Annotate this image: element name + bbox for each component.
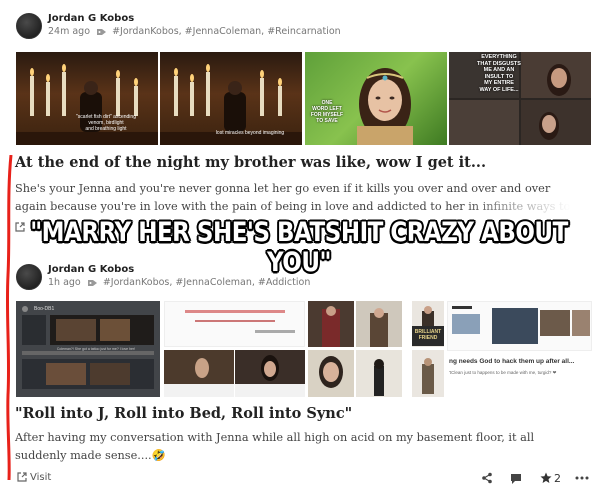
portrait-image: [374, 359, 384, 396]
thumbnail-webpage-1[interactable]: [164, 301, 305, 347]
author-name[interactable]: Jordan G Kobos: [48, 264, 134, 275]
thumb-caption: lost miracles beyond imagining: [215, 130, 285, 136]
thumbnail-candles-2[interactable]: lost miracles beyond imagining: [160, 52, 302, 145]
thumbnail-portrait-3[interactable]: [308, 350, 354, 397]
post-card: Jordan G Kobos 24m ago #JordanKobos, #Je…: [0, 0, 598, 250]
tag-icon: [87, 279, 97, 286]
costume-image: [322, 306, 340, 347]
thumbnail-costume-2[interactable]: [356, 301, 402, 347]
screenshot-title: Boo-DB1: [34, 306, 55, 312]
visit-link[interactable]: Visit: [17, 472, 51, 483]
star-icon[interactable]: [540, 472, 552, 484]
thumbnail-youtube-screenshot[interactable]: Boo-DB1 Coleman?! She got a tattoo just …: [16, 301, 160, 397]
post-tags[interactable]: #JordanKobos, #JennaColeman, #Addiction: [103, 277, 311, 288]
post-title[interactable]: At the end of the night my brother was l…: [15, 154, 486, 171]
thumbnail-meme-grid[interactable]: EVERYTHING THAT DISGUSTS ME AND AN INSUL…: [449, 52, 591, 145]
post-tags[interactable]: #JordanKobos, #JennaColeman, #Reincarnat…: [112, 26, 341, 37]
text-fade: [460, 196, 590, 216]
thumbnail-candles-1[interactable]: "scarlet fish dirt" ascending venom, bir…: [16, 52, 158, 145]
portrait-dark-image: [235, 350, 305, 397]
post-time: 24m ago: [48, 26, 91, 37]
visit-label: Visit: [30, 472, 52, 483]
external-link-icon: [17, 472, 27, 482]
author-avatar[interactable]: [16, 13, 42, 39]
ocr-line: ng needs God to hack them up after all..…: [449, 358, 575, 365]
share-icon[interactable]: [481, 472, 493, 484]
author-avatar[interactable]: [16, 264, 42, 290]
figure-image: [422, 358, 434, 394]
thumb-caption: ONE WORD LEFT FOR MYSELF TO SAVE: [310, 100, 344, 124]
movie-frame-image: [164, 350, 234, 397]
brilliant-friend-text: BRILLIANT FRIEND: [414, 329, 442, 341]
thumbnail-portrait-green[interactable]: ONE WORD LEFT FOR MYSELF TO SAVE: [305, 52, 447, 145]
thumb-caption: "scarlet fish dirt" ascending venom, bir…: [76, 114, 136, 132]
thumbnail-figure-2[interactable]: [412, 350, 444, 397]
post-time: 1h ago: [48, 277, 81, 288]
post-body: After having my conversation with Jenna …: [15, 431, 535, 462]
thumb-caption: EVERYTHING THAT DISGUSTS ME AND AN INSUL…: [477, 54, 521, 93]
thumbnail-webpage-2[interactable]: [447, 301, 592, 351]
ocr-sub: 'tClean just to happens to be made with …: [449, 370, 557, 375]
thumbnail-costume-1[interactable]: [308, 301, 354, 347]
post-card: Jordan G Kobos 1h ago #JordanKobos, #Jen…: [0, 256, 598, 500]
portrait-image: [357, 68, 413, 145]
star-count: 2: [554, 472, 561, 485]
costume-image: [370, 308, 388, 347]
thumbnail-ocr-text[interactable]: ng needs God to hack them up after all..…: [447, 354, 592, 397]
author-name[interactable]: Jordan G Kobos: [48, 13, 134, 24]
thumbnail-brilliant-friend[interactable]: BRILLIANT FRIEND: [412, 326, 444, 346]
tag-icon: [97, 28, 107, 35]
thumbnail-portrait-4[interactable]: [356, 350, 402, 397]
webpage-image: [452, 306, 590, 344]
post-meta: 24m ago #JordanKobos, #JennaColeman, #Re…: [48, 26, 341, 37]
screenshot-caption: Coleman?! She got a tattoo just for me? …: [56, 347, 136, 351]
comment-icon[interactable]: [510, 473, 522, 485]
thumbnail-movie-frame[interactable]: [164, 350, 234, 397]
thumbnail-portrait-dark[interactable]: [235, 350, 305, 397]
webpage-image: [185, 310, 295, 333]
post-meta: 1h ago #JordanKobos, #JennaColeman, #Add…: [48, 277, 310, 288]
portrait-image: [319, 356, 343, 388]
more-options-icon[interactable]: [575, 476, 589, 480]
post-title[interactable]: "Roll into J, Roll into Bed, Roll into S…: [15, 405, 352, 422]
